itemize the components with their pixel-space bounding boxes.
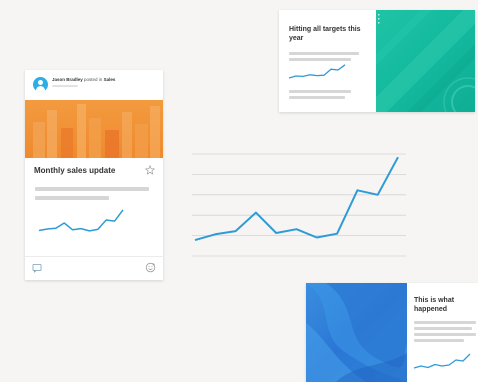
reaction-icon[interactable] xyxy=(145,262,156,273)
text-placeholder-line xyxy=(35,196,109,200)
post-cover-image xyxy=(25,100,163,158)
teal-pattern xyxy=(376,10,475,112)
posted-in-text: posted in xyxy=(84,77,103,82)
series-line xyxy=(38,209,124,232)
canvas: { "post_card": { "author": "Jason Bradle… xyxy=(0,0,478,382)
avatar[interactable] xyxy=(33,77,48,92)
orange-bar-art xyxy=(33,104,160,158)
happened-sparkline xyxy=(413,353,471,369)
timestamp-placeholder xyxy=(52,85,78,87)
text-placeholder-line xyxy=(289,52,359,55)
blue-wave-pattern xyxy=(306,283,407,382)
text-placeholder-line xyxy=(414,327,472,330)
star-icon[interactable] xyxy=(145,165,155,175)
author-name[interactable]: Jason Bradley xyxy=(52,77,83,82)
post-title[interactable]: Monthly sales update xyxy=(34,166,115,175)
post-card[interactable]: Jason Bradley posted in Sales Monthly sa… xyxy=(25,70,163,280)
channel-name[interactable]: Sales xyxy=(104,77,116,82)
text-placeholder-line xyxy=(35,187,149,191)
text-placeholder-line xyxy=(289,90,351,93)
targets-sparkline xyxy=(288,64,346,79)
targets-card[interactable]: Hitting all targets this year xyxy=(279,10,475,112)
post-byline: Jason Bradley posted in Sales xyxy=(52,77,115,82)
text-placeholder-line xyxy=(289,58,351,61)
text-placeholder-line xyxy=(414,339,464,342)
series-line xyxy=(288,64,346,79)
main-line-chart xyxy=(192,153,406,257)
post-footer xyxy=(25,256,163,280)
targets-title[interactable]: Hitting all targets this year xyxy=(289,25,373,43)
series-line xyxy=(194,156,399,242)
post-sparkline xyxy=(38,209,124,232)
blue-cover-art xyxy=(306,283,407,382)
comment-icon[interactable] xyxy=(32,263,42,273)
teal-cover-art xyxy=(376,10,475,112)
text-placeholder-line xyxy=(414,321,476,324)
text-placeholder-line xyxy=(414,333,476,336)
post-header: Jason Bradley posted in Sales xyxy=(25,70,163,100)
series-line xyxy=(413,353,471,369)
happened-card[interactable]: This is what happened xyxy=(306,283,478,382)
happened-title[interactable]: This is what happened xyxy=(414,296,474,314)
text-placeholder-line xyxy=(289,96,345,99)
